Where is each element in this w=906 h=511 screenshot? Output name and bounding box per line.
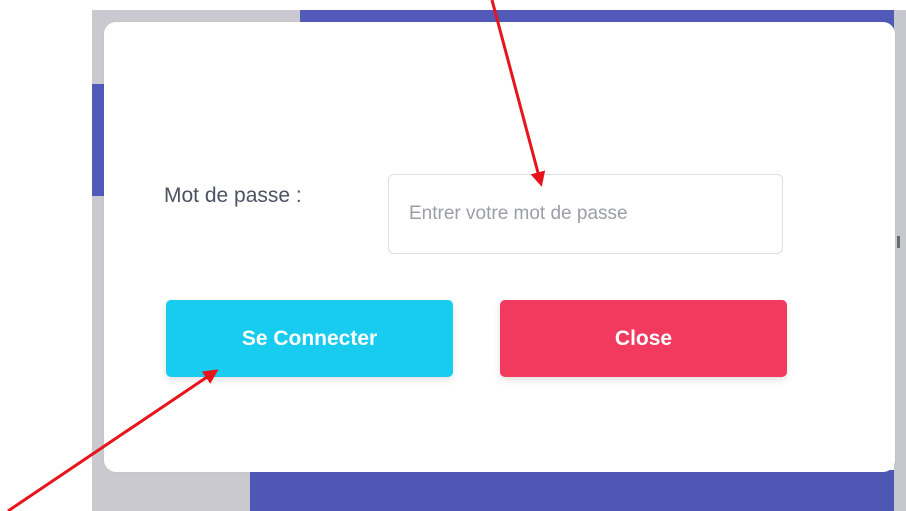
close-button[interactable]: Close <box>500 300 787 377</box>
password-label: Mot de passe : <box>164 184 302 207</box>
login-modal: Mot de passe : Se Connecter Close <box>104 22 895 472</box>
background-glyph <box>897 236 900 248</box>
background-strip-right <box>894 10 906 511</box>
connect-button[interactable]: Se Connecter <box>166 300 453 377</box>
password-input[interactable] <box>388 174 783 254</box>
background-footer-blue <box>250 470 906 511</box>
screenshot-stage: Mot de passe : Se Connecter Close <box>0 0 906 511</box>
